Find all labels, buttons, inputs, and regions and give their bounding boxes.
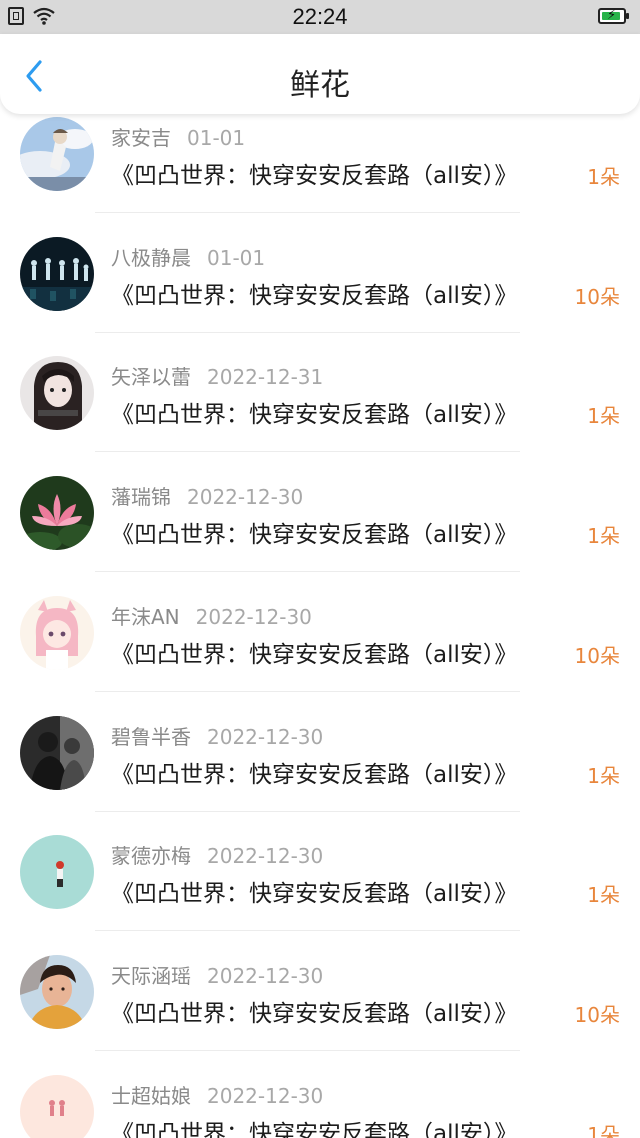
status-bar: 22:24 ⚡ bbox=[0, 0, 640, 34]
list-item[interactable]: 士超姑娘 2022-12-30 《凹凸世界：快穿安安反套路（all安）》 1朵 bbox=[0, 1072, 640, 1138]
avatar[interactable] bbox=[20, 117, 94, 191]
gift-date: 2022-12-30 bbox=[207, 1084, 324, 1108]
user-name[interactable]: 矢泽以蕾 bbox=[111, 365, 191, 389]
divider bbox=[95, 811, 520, 812]
avatar[interactable] bbox=[20, 476, 94, 550]
book-title[interactable]: 《凹凸世界：快穿安安反套路（all安）》 bbox=[111, 635, 517, 669]
divider bbox=[95, 332, 520, 333]
book-title[interactable]: 《凹凸世界：快穿安安反套路（all安）》 bbox=[111, 515, 517, 549]
flower-count: 1朵 bbox=[587, 883, 620, 907]
avatar[interactable] bbox=[20, 955, 94, 1029]
flower-count: 10朵 bbox=[574, 1003, 620, 1027]
flower-count: 1朵 bbox=[587, 404, 620, 428]
user-name[interactable]: 藩瑞锦 bbox=[111, 485, 171, 509]
user-info-line: 藩瑞锦 2022-12-30 bbox=[111, 481, 303, 510]
user-info-line: 八极静晨 01-01 bbox=[111, 242, 265, 271]
battery-charging-icon: ⚡ bbox=[598, 8, 629, 24]
avatar[interactable] bbox=[20, 237, 94, 311]
user-name[interactable]: 家安吉 bbox=[111, 126, 171, 150]
book-title[interactable]: 《凹凸世界：快穿安安反套路（all安）》 bbox=[111, 276, 517, 310]
user-name[interactable]: 蒙德亦梅 bbox=[111, 844, 191, 868]
flower-count: 1朵 bbox=[587, 165, 620, 189]
user-name[interactable]: 八极静晨 bbox=[111, 246, 191, 270]
flower-count: 1朵 bbox=[587, 524, 620, 548]
user-info-line: 士超姑娘 2022-12-30 bbox=[111, 1080, 323, 1109]
book-title[interactable]: 《凹凸世界：快穿安安反套路（all安）》 bbox=[111, 395, 517, 429]
gift-date: 2022-12-30 bbox=[195, 605, 312, 629]
gift-date: 01-01 bbox=[207, 246, 266, 270]
avatar[interactable] bbox=[20, 1075, 94, 1138]
flower-count: 10朵 bbox=[574, 285, 620, 309]
list-item[interactable]: 蒙德亦梅 2022-12-30 《凹凸世界：快穿安安反套路（all安）》 1朵 bbox=[0, 832, 640, 952]
nav-bar: 鲜花 bbox=[0, 34, 640, 114]
divider bbox=[95, 691, 520, 692]
divider bbox=[95, 571, 520, 572]
list-item[interactable]: 年沫AN 2022-12-30 《凹凸世界：快穿安安反套路（all安）》 10朵 bbox=[0, 593, 640, 713]
user-name[interactable]: 碧鲁半香 bbox=[111, 725, 191, 749]
gift-date: 2022-12-31 bbox=[207, 365, 324, 389]
gift-date: 2022-12-30 bbox=[187, 485, 304, 509]
user-info-line: 家安吉 01-01 bbox=[111, 122, 245, 151]
user-name[interactable]: 士超姑娘 bbox=[111, 1084, 191, 1108]
list-item[interactable]: 八极静晨 01-01 《凹凸世界：快穿安安反套路（all安）》 10朵 bbox=[0, 234, 640, 354]
avatar[interactable] bbox=[20, 716, 94, 790]
status-time: 22:24 bbox=[292, 4, 348, 29]
flower-list: 家安吉 01-01 《凹凸世界：快穿安安反套路（all安）》 1朵 八极静晨 01-01 《… bbox=[0, 114, 640, 1138]
user-name[interactable]: 天际涵瑶 bbox=[111, 964, 191, 988]
list-item[interactable]: 天际涵瑶 2022-12-30 《凹凸世界：快穿安安反套路（all安）》 10朵 bbox=[0, 952, 640, 1072]
gift-date: 2022-12-30 bbox=[207, 964, 324, 988]
user-info-line: 碧鲁半香 2022-12-30 bbox=[111, 721, 323, 750]
user-info-line: 矢泽以蕾 2022-12-31 bbox=[111, 361, 323, 390]
user-info-line: 天际涵瑶 2022-12-30 bbox=[111, 960, 323, 989]
divider bbox=[95, 930, 520, 931]
user-info-line: 年沫AN 2022-12-30 bbox=[111, 601, 312, 630]
divider bbox=[95, 451, 520, 452]
avatar[interactable] bbox=[20, 835, 94, 909]
list-item[interactable]: 藩瑞锦 2022-12-30 《凹凸世界：快穿安安反套路（all安）》 1朵 bbox=[0, 473, 640, 593]
book-title[interactable]: 《凹凸世界：快穿安安反套路（all安）》 bbox=[111, 994, 517, 1028]
charging-bolt-icon: ⚡ bbox=[607, 8, 617, 23]
divider bbox=[95, 1050, 520, 1051]
list-item[interactable]: 碧鲁半香 2022-12-30 《凹凸世界：快穿安安反套路（all安）》 1朵 bbox=[0, 713, 640, 833]
book-title[interactable]: 《凹凸世界：快穿安安反套路（all安）》 bbox=[111, 1114, 517, 1138]
flower-count: 10朵 bbox=[574, 644, 620, 668]
book-title[interactable]: 《凹凸世界：快穿安安反套路（all安）》 bbox=[111, 874, 517, 908]
page-title: 鲜花 bbox=[290, 68, 350, 103]
list-item[interactable]: 家安吉 01-01 《凹凸世界：快穿安安反套路（all安）》 1朵 bbox=[0, 114, 640, 234]
flower-count: 1朵 bbox=[587, 764, 620, 788]
gift-date: 2022-12-30 bbox=[207, 725, 324, 749]
book-title[interactable]: 《凹凸世界：快穿安安反套路（all安）》 bbox=[111, 156, 517, 190]
user-info-line: 蒙德亦梅 2022-12-30 bbox=[111, 840, 323, 869]
list-item[interactable]: 矢泽以蕾 2022-12-31 《凹凸世界：快穿安安反套路（all安）》 1朵 bbox=[0, 353, 640, 473]
book-title[interactable]: 《凹凸世界：快穿安安反套路（all安）》 bbox=[111, 755, 517, 789]
avatar[interactable] bbox=[20, 356, 94, 430]
user-name[interactable]: 年沫AN bbox=[111, 605, 180, 629]
gift-date: 2022-12-30 bbox=[207, 844, 324, 868]
gift-date: 01-01 bbox=[187, 126, 246, 150]
flower-count: 1朵 bbox=[587, 1123, 620, 1138]
divider bbox=[95, 212, 520, 213]
avatar[interactable] bbox=[20, 596, 94, 670]
